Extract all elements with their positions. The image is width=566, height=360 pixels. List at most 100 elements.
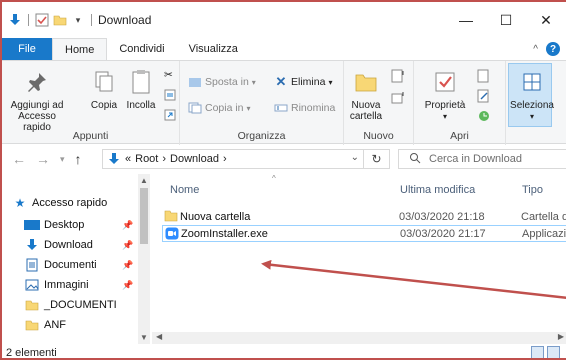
folder-icon	[24, 318, 40, 332]
nav-item-quick-access[interactable]: ★ Accesso rapido	[12, 194, 108, 212]
paste-shortcut-icon[interactable]	[164, 109, 176, 121]
history-icon[interactable]	[476, 109, 492, 123]
file-type: Cartella d	[521, 210, 566, 223]
search-box[interactable]: Cerca in Download	[398, 149, 566, 169]
nav-label: Accesso rapido	[32, 197, 108, 209]
back-arrow-icon[interactable]: ←	[12, 151, 26, 167]
tab-home[interactable]: Home	[52, 38, 108, 60]
forward-arrow-icon[interactable]: →	[36, 151, 50, 167]
nav-item-download[interactable]: Download	[24, 236, 93, 254]
nav-label: Documenti	[44, 259, 97, 271]
new-folder-icon[interactable]	[53, 13, 67, 27]
nav-item-documenti-folder[interactable]: _DOCUMENTI	[24, 296, 117, 314]
close-button[interactable]: ✕	[526, 2, 566, 38]
tab-file[interactable]: File	[2, 38, 52, 60]
move-to-label: Sposta in	[205, 76, 249, 88]
nav-label: ANF	[44, 319, 66, 331]
new-folder-label-1: Nuova	[351, 100, 381, 111]
folder-icon	[351, 67, 381, 97]
breadcrumb-separator-icon[interactable]: ›	[162, 153, 166, 165]
select-label: Seleziona	[510, 100, 554, 111]
download-folder-icon	[107, 152, 121, 166]
help-icon[interactable]: ?	[546, 42, 560, 56]
up-arrow-icon[interactable]: ↑	[75, 151, 82, 167]
cut-icon[interactable]: ✂	[164, 69, 173, 81]
group-organize: Sposta in ▾ ✕ Elimina ▾ Copia in ▾ Rinom…	[180, 61, 344, 145]
address-history-chevron-icon[interactable]: ⌄	[351, 152, 359, 163]
rename-button[interactable]: Rinomina	[274, 101, 335, 115]
file-list-hscrollbar[interactable]: ◀ ▶	[152, 332, 566, 344]
pin-quick-access-button[interactable]: Aggiungi ad Accesso rapido	[6, 67, 68, 133]
open-icon[interactable]	[476, 69, 492, 83]
file-row-selected[interactable]: ZoomInstaller.exe 03/03/2020 21:17 Appli…	[162, 225, 566, 242]
copy-path-icon[interactable]	[164, 89, 176, 101]
group-label-clipboard: Appunti	[72, 130, 109, 142]
navigation-pane: ★ Accesso rapido Desktop 📌 Download 📌 Do…	[2, 174, 150, 344]
copy-button[interactable]: Copia	[88, 67, 120, 111]
explorer-window: ▾ Download — ☐ ✕ File Home Condividi Vis…	[0, 0, 566, 360]
large-icons-view-icon[interactable]	[547, 346, 560, 358]
dropdown-arrow-icon: ▾	[529, 112, 534, 121]
refresh-button[interactable]: ↻	[364, 149, 390, 169]
file-row[interactable]: Nuova cartella 03/03/2020 21:18 Cartella…	[162, 208, 566, 225]
group-label-organize: Organizza	[237, 130, 286, 142]
nav-item-desktop[interactable]: Desktop	[24, 216, 84, 234]
new-item-icon[interactable]	[390, 69, 406, 83]
paste-button[interactable]: Incolla	[124, 67, 158, 111]
documents-icon	[24, 258, 40, 272]
delete-button[interactable]: ✕ Elimina ▾	[274, 74, 333, 89]
move-to-button[interactable]: Sposta in ▾	[188, 75, 256, 89]
nav-item-anf-folder[interactable]: ANF	[24, 316, 66, 334]
select-button[interactable]: Seleziona ▾	[510, 67, 554, 122]
tab-view[interactable]: Visualizza	[177, 38, 250, 60]
edit-icon[interactable]	[476, 89, 492, 103]
rename-icon	[274, 101, 288, 115]
properties-icon	[430, 67, 460, 97]
paste-icon	[126, 67, 156, 97]
recent-locations-icon[interactable]: ▾	[60, 154, 65, 165]
breadcrumb-overflow[interactable]: «	[125, 153, 131, 165]
scroll-down-icon[interactable]: ▼	[138, 333, 150, 342]
address-row: ← → ▾ ↑ « Root › Download › ⌄ ↻ Cerca in…	[2, 144, 566, 174]
scroll-left-icon[interactable]: ◀	[156, 332, 162, 341]
nav-label: Download	[44, 239, 93, 251]
pin-icon[interactable]: 📌	[122, 240, 133, 251]
breadcrumb-separator-icon[interactable]: ›	[223, 153, 227, 165]
new-folder-button[interactable]: Nuova cartella	[348, 67, 384, 122]
column-header-name[interactable]: Nome	[170, 184, 199, 196]
folder-icon	[164, 209, 178, 222]
group-label-new: Nuovo	[363, 130, 394, 142]
breadcrumb-root[interactable]: Root	[135, 153, 158, 165]
maximize-button[interactable]: ☐	[486, 2, 526, 38]
dropdown-arrow-icon: ▾	[442, 112, 447, 121]
nav-item-pictures[interactable]: Immagini	[24, 276, 89, 294]
pin-icon[interactable]: 📌	[122, 260, 133, 271]
nav-item-documents[interactable]: Documenti	[24, 256, 97, 274]
pin-icon[interactable]: 📌	[122, 280, 133, 291]
easy-access-icon[interactable]	[390, 91, 406, 105]
view-switcher	[528, 346, 560, 358]
column-header-type[interactable]: Tipo	[522, 184, 543, 196]
properties-button[interactable]: Proprietà ▾	[422, 67, 468, 122]
dropdown-arrow-icon: ▾	[246, 103, 251, 113]
pin-icon[interactable]: 📌	[122, 220, 133, 231]
scroll-right-icon[interactable]: ▶	[558, 332, 564, 341]
customize-toolbar-icon[interactable]: ▾	[71, 13, 85, 27]
collapse-ribbon-icon[interactable]: ^	[533, 44, 538, 55]
column-header-modified[interactable]: Ultima modifica	[400, 184, 475, 196]
address-bar[interactable]: « Root › Download › ⌄	[102, 149, 364, 169]
tab-share[interactable]: Condividi	[107, 38, 176, 60]
copy-to-button[interactable]: Copia in ▾	[188, 101, 251, 115]
nav-pane-scrollbar[interactable]: ▲ ▼	[138, 174, 150, 344]
file-list: ^ Nome Ultima modifica Tipo Nuova cartel…	[152, 174, 566, 344]
refresh-icon: ↻	[371, 152, 382, 166]
breadcrumb-download[interactable]: Download	[170, 153, 219, 165]
properties-check-icon[interactable]	[35, 13, 49, 27]
scroll-up-icon[interactable]: ▲	[138, 176, 150, 185]
pin-icon	[22, 67, 52, 97]
scrollbar-thumb[interactable]	[140, 188, 148, 244]
minimize-button[interactable]: —	[446, 2, 486, 38]
details-view-icon[interactable]	[531, 346, 544, 358]
navigation-buttons: ← → ▾ ↑	[12, 151, 92, 167]
group-clipboard: Aggiungi ad Accesso rapido Copia Incolla…	[2, 61, 180, 145]
